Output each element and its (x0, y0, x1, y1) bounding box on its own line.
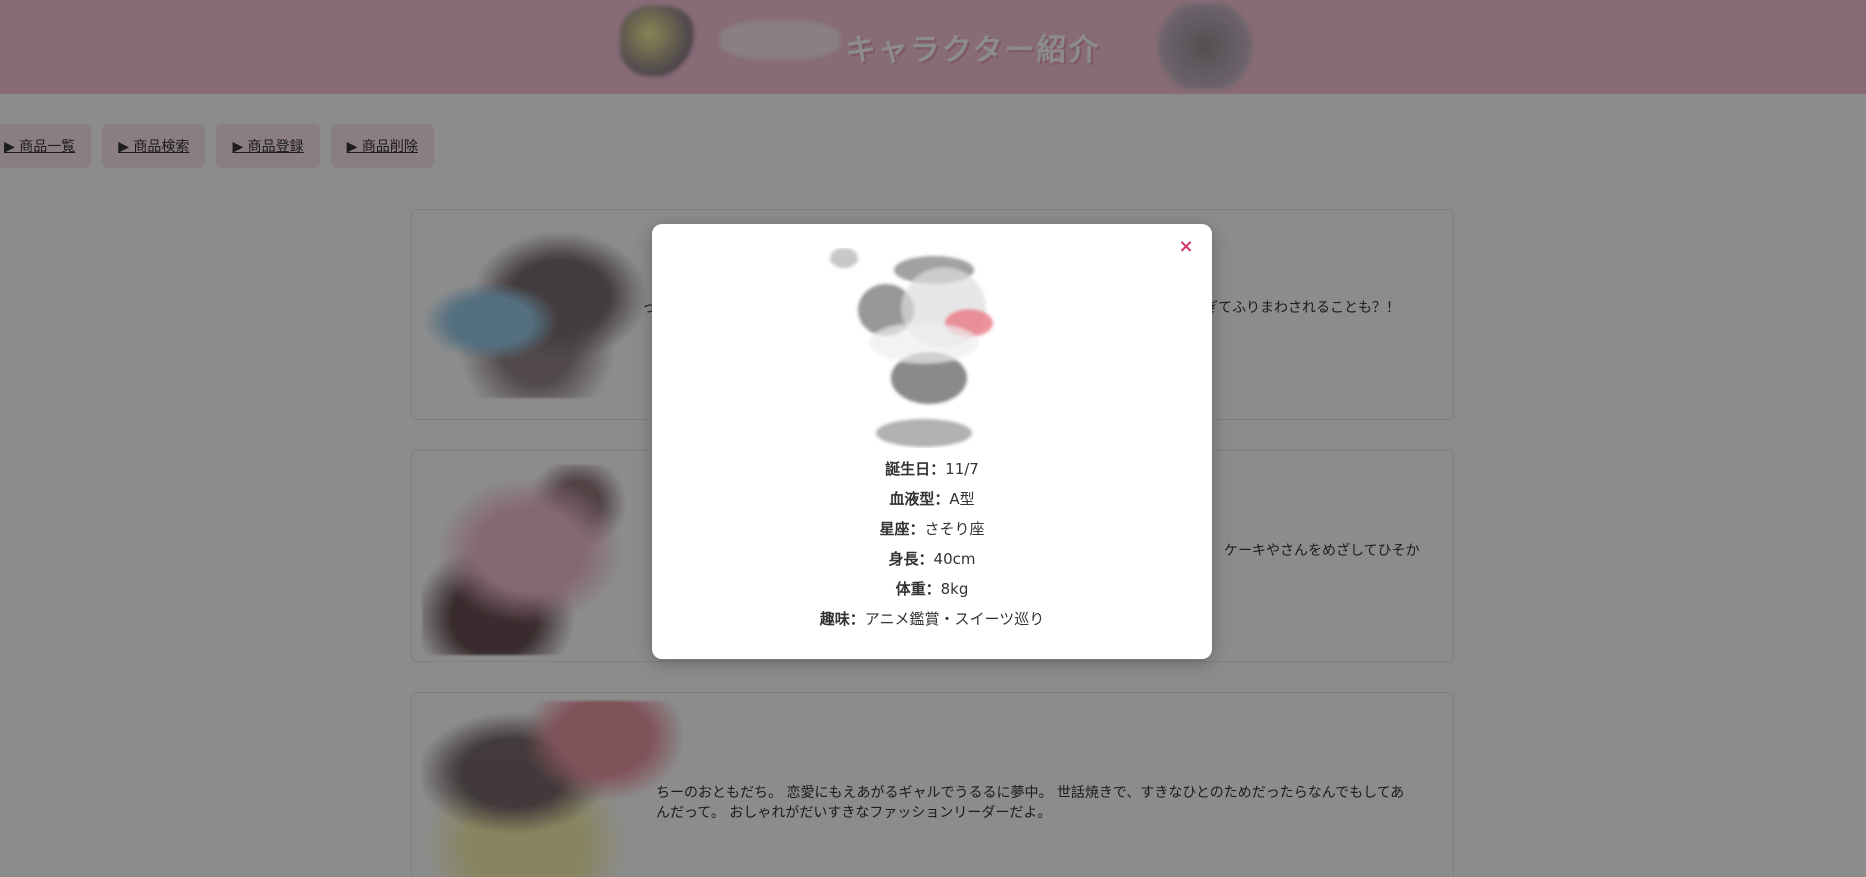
close-icon[interactable]: × (1174, 234, 1198, 258)
character-portrait (830, 248, 993, 447)
profile-zodiac: 星座：さそり座 (879, 520, 985, 538)
character-detail-modal: × 誕生日：11/7 血液型：A型 星座：さそり座 身長：40cm 体重：8kg… (652, 224, 1212, 659)
profile-hobby: 趣味：アニメ鑑賞・スイーツ巡り (819, 610, 1045, 628)
character-profile: 誕生日：11/7 血液型：A型 星座：さそり座 身長：40cm 体重：8kg 趣… (652, 454, 1212, 634)
profile-blood-type: 血液型：A型 (889, 490, 975, 508)
profile-height: 身長：40cm (888, 550, 976, 568)
page: キャラクター紹介 ▶ 商品一覧 ▶ 商品検索 ▶ 商品登録 ▶ 商品削除 っ ぎ… (0, 0, 1866, 877)
profile-weight: 体重：8kg (895, 580, 969, 598)
profile-birthday: 誕生日：11/7 (885, 460, 979, 478)
